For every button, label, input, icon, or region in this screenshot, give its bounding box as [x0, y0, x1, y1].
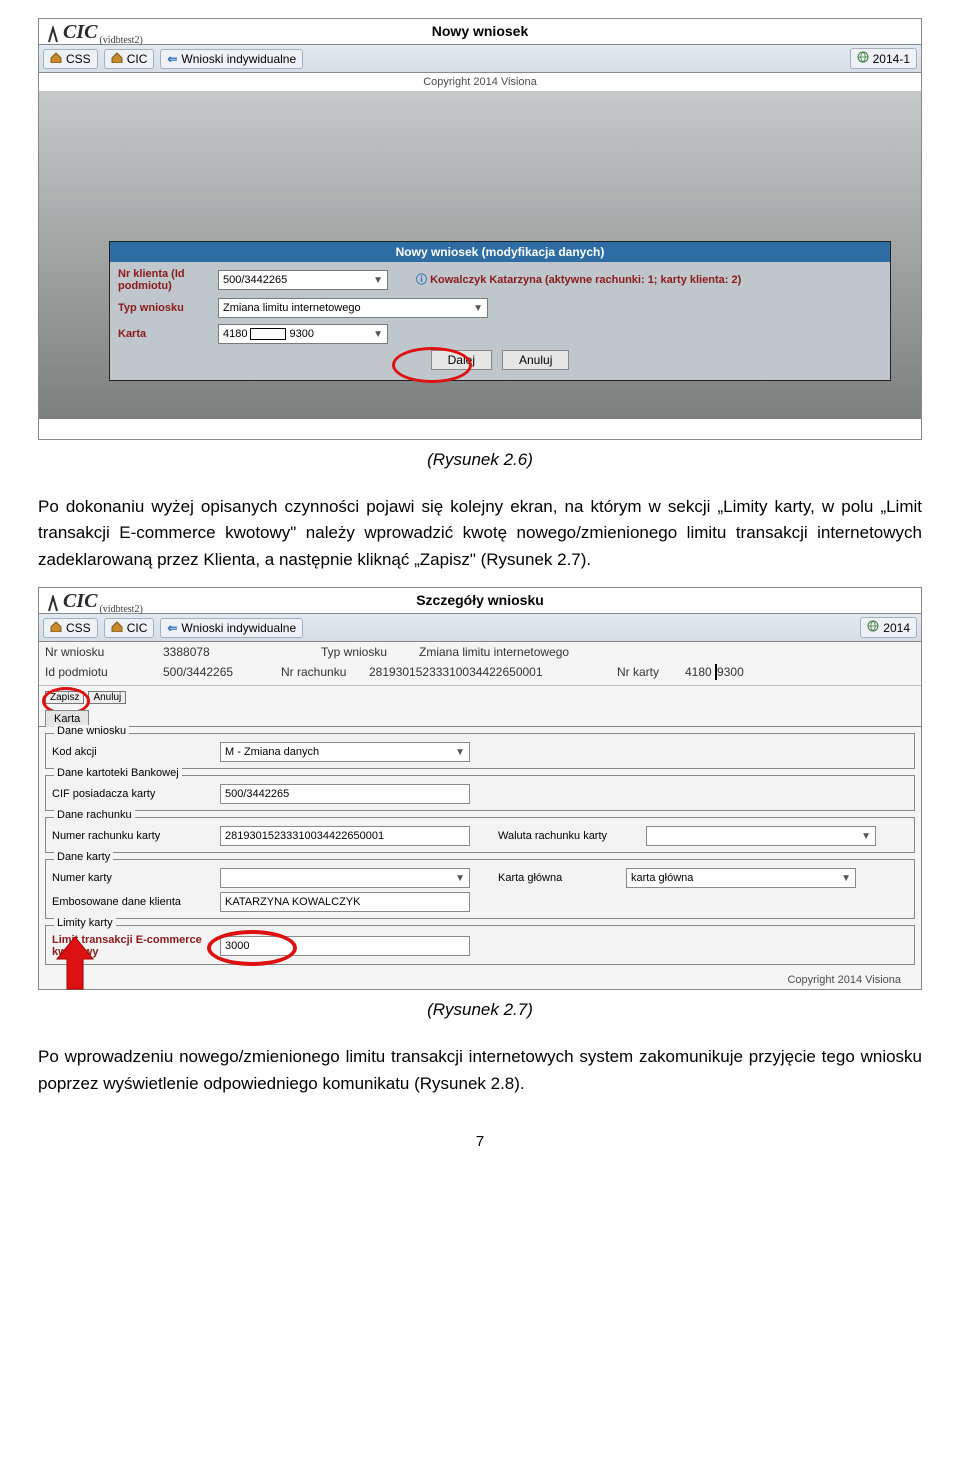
legend-dane-bankowej: Dane kartoteki Bankowej	[54, 767, 182, 779]
label-limit-ecommerce: Limit transakcji E-commerce kwotowy	[52, 934, 212, 958]
field-waluta[interactable]: ▼	[646, 826, 876, 846]
tab-css[interactable]: CSS	[43, 618, 98, 638]
home-icon	[50, 621, 62, 635]
field-nr-klienta[interactable]: 500/3442265 ▼	[218, 270, 388, 290]
page-number: 7	[38, 1133, 922, 1150]
label-karta-glowna: Karta główna	[498, 872, 618, 884]
field-limit-ecommerce[interactable]: 3000	[220, 936, 470, 956]
field-numer-rachunku[interactable]: 28193015233310034422650001	[220, 826, 470, 846]
label-nr-rachunku: Nr rachunku	[281, 665, 361, 679]
val-nr-karty: 4180 9300	[685, 665, 744, 679]
chevron-down-icon: ▼	[373, 329, 383, 340]
anuluj-button[interactable]: Anuluj	[88, 691, 126, 704]
back-arrow-icon: ⇐	[167, 621, 177, 635]
zapisz-button[interactable]: Zapisz	[45, 691, 84, 704]
tab-cic[interactable]: CIC	[104, 49, 155, 69]
modal-nowy-wniosek: Nowy wniosek (modyfikacja danych) Nr kli…	[109, 241, 891, 381]
label-typ-wniosku: Typ wniosku	[321, 645, 411, 659]
label-nr-klienta: Nr klienta (Id podmiotu)	[118, 268, 218, 292]
legend-dane-karty: Dane karty	[54, 851, 113, 863]
fieldset-dane-bankowej: Dane kartoteki Bankowej CIF posiadacza k…	[45, 775, 915, 811]
label-id-podmiotu: Id podmiotu	[45, 665, 155, 679]
screenshot-szczegoly-wniosku: CIC(vidbtest2) Szczegóły wniosku CSS CIC…	[38, 587, 922, 990]
val-nr-rachunku: 28193015233310034422650001	[369, 665, 609, 679]
figure-caption-2-6: (Rysunek 2.6)	[38, 450, 922, 470]
home-icon	[111, 621, 123, 635]
copyright: Copyright 2014 Visiona	[39, 971, 921, 989]
home-icon	[50, 52, 62, 66]
back-arrow-icon: ⇐	[167, 52, 177, 66]
tab-wnioski[interactable]: ⇐ Wnioski indywidualne	[160, 618, 303, 638]
label-numer-rachunku: Numer rachunku karty	[52, 830, 212, 842]
figure-caption-2-7: (Rysunek 2.7)	[38, 1000, 922, 1020]
val-id-podmiotu: 500/3442265	[163, 665, 273, 679]
field-karta-glowna[interactable]: karta główna ▼	[626, 868, 856, 888]
tab-cic[interactable]: CIC	[104, 618, 155, 638]
chevron-down-icon: ▼	[861, 831, 871, 842]
globe-icon	[867, 620, 879, 635]
fieldset-dane-karty: Dane karty Numer karty ▼ Karta główna ka…	[45, 859, 915, 919]
tab-wnioski[interactable]: ⇐ Wnioski indywidualne	[160, 49, 303, 69]
paragraph-1: Po dokonaniu wyżej opisanych czynności p…	[38, 494, 922, 573]
home-icon	[111, 52, 123, 66]
page-title: Nowy wniosek	[39, 23, 921, 39]
label-typ-wniosku: Typ wniosku	[118, 302, 218, 314]
chevron-down-icon: ▼	[841, 873, 851, 884]
label-nr-wniosku: Nr wniosku	[45, 645, 155, 659]
screenshot-nowy-wniosek: CIC(vidbtest2) Nowy wniosek CSS CIC ⇐ Wn…	[38, 18, 922, 440]
legend-dane-rachunku: Dane rachunku	[54, 809, 135, 821]
field-embosowane[interactable]: KATARZYNA KOWALCZYK	[220, 892, 470, 912]
field-kod-akcji[interactable]: M - Zmiana danych ▼	[220, 742, 470, 762]
page-title: Szczegóły wniosku	[39, 592, 921, 608]
tab-year[interactable]: 2014	[860, 617, 917, 638]
fieldset-dane-wniosku: Dane wniosku Kod akcji M - Zmiana danych…	[45, 733, 915, 769]
field-karta[interactable]: 4180 9300 ▼	[218, 324, 388, 344]
val-typ-wniosku: Zmiana limitu internetowego	[419, 645, 569, 659]
label-cif: CIF posiadacza karty	[52, 788, 212, 800]
label-waluta: Waluta rachunku karty	[498, 830, 638, 842]
dalej-button[interactable]: Dalej	[431, 350, 492, 370]
label-karta: Karta	[118, 328, 218, 340]
label-numer-karty: Numer karty	[52, 872, 212, 884]
label-nr-karty: Nr karty	[617, 665, 677, 679]
client-info: ⓘ Kowalczyk Katarzyna (aktywne rachunki:…	[416, 274, 741, 287]
paragraph-2: Po wprowadzeniu nowego/zmienionego limit…	[38, 1044, 922, 1097]
globe-icon	[857, 51, 869, 66]
chevron-down-icon: ▼	[455, 873, 465, 884]
masked-segment	[250, 328, 286, 340]
chevron-down-icon: ▼	[373, 275, 383, 286]
field-cif[interactable]: 500/3442265	[220, 784, 470, 804]
chevron-down-icon: ▼	[455, 747, 465, 758]
modal-title: Nowy wniosek (modyfikacja danych)	[110, 242, 890, 262]
tab-year[interactable]: 2014-1	[850, 48, 917, 69]
legend-dane-wniosku: Dane wniosku	[54, 725, 129, 737]
fieldset-limity-karty: Limity karty Limit transakcji E-commerce…	[45, 925, 915, 965]
info-icon: ⓘ	[416, 274, 427, 286]
legend-limity-karty: Limity karty	[54, 917, 116, 929]
anuluj-button[interactable]: Anuluj	[502, 350, 569, 370]
fieldset-dane-rachunku: Dane rachunku Numer rachunku karty 28193…	[45, 817, 915, 853]
label-embosowane: Embosowane dane klienta	[52, 896, 212, 908]
tab-css[interactable]: CSS	[43, 49, 98, 69]
field-typ-wniosku[interactable]: Zmiana limitu internetowego ▼	[218, 298, 488, 318]
chevron-down-icon: ▼	[473, 303, 483, 314]
label-kod-akcji: Kod akcji	[52, 746, 212, 758]
val-nr-wniosku: 3388078	[163, 645, 313, 659]
field-numer-karty[interactable]: ▼	[220, 868, 470, 888]
copyright: Copyright 2014 Visiona	[39, 73, 921, 91]
